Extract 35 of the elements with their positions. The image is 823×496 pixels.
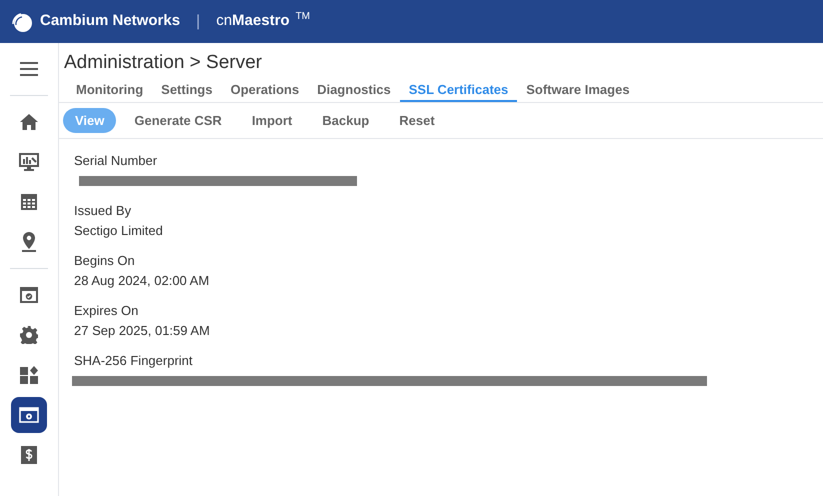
page-title: Administration > Server [63, 51, 263, 75]
field-value: 28 Aug 2024, 02:00 AM [74, 272, 210, 290]
sidebar-item[interactable] [11, 397, 47, 433]
browser-gear-icon[interactable] [19, 407, 39, 423]
tab[interactable]: Operations [221, 80, 308, 102]
field-label: SHA-256 Fingerprint [74, 352, 194, 370]
logo-icon [10, 10, 34, 32]
field-label: Serial Number [74, 152, 158, 170]
field-label: Begins On [74, 252, 136, 270]
tab[interactable]: Diagnostics [308, 80, 400, 102]
dollar-icon[interactable] [21, 446, 37, 464]
location-pin-icon[interactable] [21, 232, 37, 252]
brand-name: Cambium Networks [40, 11, 180, 32]
table-icon[interactable] [21, 194, 37, 210]
product-name: cnMaestro [216, 11, 290, 32]
header-separator: | [196, 12, 200, 32]
widgets-icon[interactable] [20, 366, 38, 384]
subtab[interactable]: Generate CSR [122, 108, 234, 133]
field-value: 27 Sep 2025, 01:59 AM [74, 322, 211, 340]
monitor-chart-icon[interactable] [19, 153, 39, 171]
tab[interactable]: Software Images [517, 80, 639, 102]
browser-check-icon[interactable] [20, 287, 38, 303]
trademark-mark: TM [296, 10, 310, 24]
field-value: Sectigo Limited [74, 222, 164, 240]
settings-icon[interactable] [20, 326, 38, 344]
tab[interactable]: Monitoring [67, 80, 152, 102]
tab[interactable]: Settings [152, 80, 222, 102]
subtab[interactable]: Reset [387, 108, 447, 133]
subtab[interactable]: Import [240, 108, 304, 133]
tab[interactable]: SSL Certificates [400, 80, 518, 102]
menu-icon[interactable] [20, 62, 38, 76]
field-label: Expires On [74, 302, 140, 320]
home-icon[interactable] [20, 114, 38, 130]
subtab[interactable]: Backup [310, 108, 382, 133]
field-label: Issued By [74, 202, 132, 220]
